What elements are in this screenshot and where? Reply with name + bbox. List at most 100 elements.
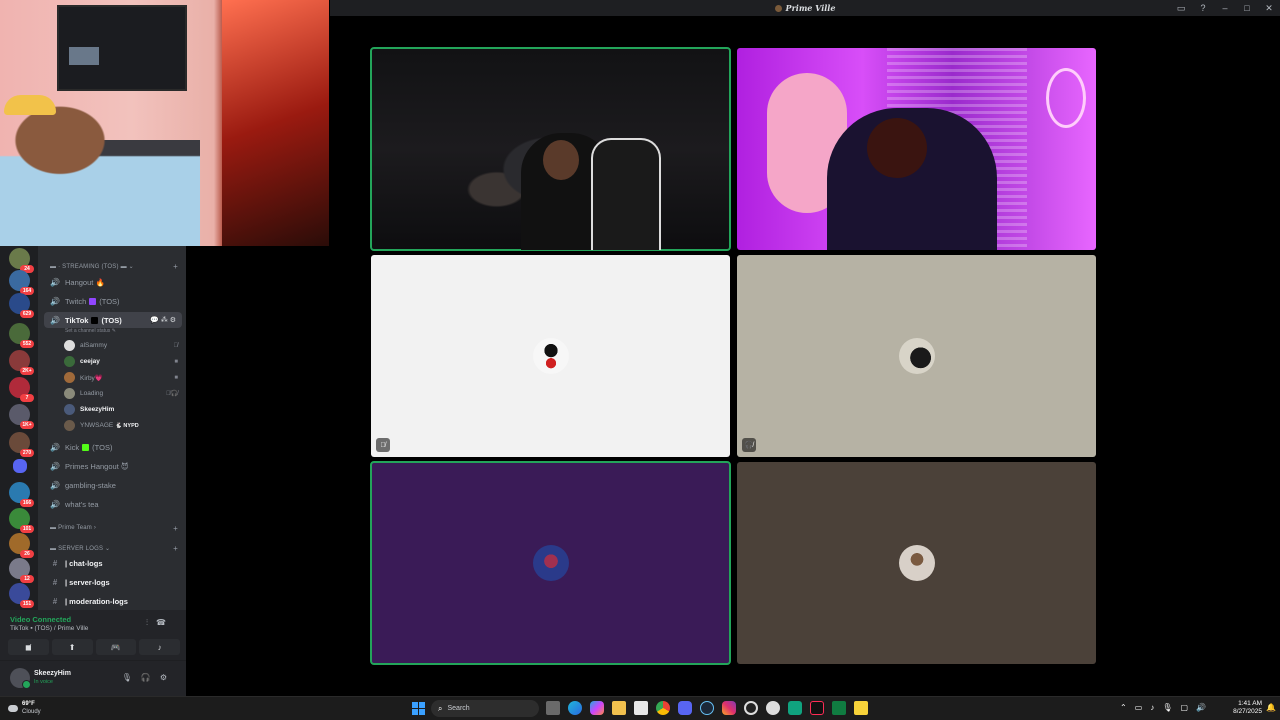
minimize-button[interactable]: – (1214, 3, 1236, 13)
maximize-button[interactable]: □ (1236, 3, 1258, 13)
server-icon[interactable]: 24 (9, 248, 34, 273)
start-button[interactable] (412, 702, 425, 715)
channel-actions[interactable]: 💬⁂⚙ (150, 316, 178, 324)
text-channel-moderation-logs[interactable]: # | moderation-logs (44, 593, 182, 609)
inbox-icon[interactable]: ▭ (1170, 3, 1192, 14)
text-channel-chat-logs[interactable]: # | chat-logs (44, 555, 182, 571)
noise-suppression-icon[interactable]: ⫶ (146, 618, 156, 627)
video-tile-avatar-1[interactable]: 🎙̸ (371, 255, 730, 457)
server-icon[interactable]: 26 (9, 533, 34, 558)
video-tile-avatar-4[interactable] (737, 462, 1096, 664)
video-tile-camera-2[interactable] (737, 48, 1096, 250)
voice-channel-kick[interactable]: 🔊 Kick (TOS) (44, 439, 182, 455)
speaker-icon: 🔊 (50, 277, 60, 287)
unread-badge: 26 (20, 550, 34, 558)
folder-icon[interactable] (13, 459, 27, 473)
discord-icon[interactable] (678, 701, 692, 715)
taskbar-search[interactable]: ⌕ Search (431, 700, 539, 717)
speaker-icon: 🔊 (50, 461, 60, 471)
gear-icon[interactable]: ⚙ (160, 673, 176, 682)
close-button[interactable]: ✕ (1258, 3, 1280, 14)
speaker-icon: 🔊 (50, 480, 60, 490)
disconnect-icon[interactable]: ☎ (156, 618, 174, 627)
chatgpt-icon[interactable] (766, 701, 780, 715)
add-channel-icon[interactable]: + (173, 524, 178, 533)
notification-bell-icon[interactable]: 🔔 (1266, 703, 1276, 712)
streamer-webcam-overlay (0, 0, 329, 246)
server-icon[interactable]: 12 (9, 558, 34, 583)
speaker-icon[interactable]: 🔊 (1196, 703, 1206, 712)
obs-icon[interactable] (744, 701, 758, 715)
speaker-icon: 🔊 (50, 499, 60, 509)
category-prime-team[interactable]: ▬ Prime Team › + (50, 524, 178, 533)
file-explorer-icon[interactable] (612, 701, 626, 715)
server-icon[interactable]: 7 (9, 377, 34, 402)
volume-tray-icon[interactable]: ♪ (1150, 703, 1154, 712)
display-tray-icon[interactable]: ▢ (1180, 703, 1188, 712)
voice-user[interactable]: YNWSAGE 🐇 NYPD (64, 418, 182, 433)
deafened-icon: 🎧̸ (742, 438, 756, 452)
edge-icon[interactable] (568, 701, 582, 715)
server-icon[interactable]: 101 (9, 508, 34, 533)
unread-badge: 270 (20, 449, 34, 457)
voice-channel-tiktok[interactable]: 🔊 TikTok (TOS) 💬⁂⚙ (44, 312, 182, 328)
voice-user[interactable]: Loading 🎙̸🎧̸ (64, 386, 182, 401)
task-view-icon[interactable] (546, 701, 560, 715)
sticky-notes-icon[interactable] (854, 701, 868, 715)
category-streaming[interactable]: ▬ · STREAMING (TOS) ▬ ⌄ + (50, 262, 178, 271)
voice-status[interactable]: Video Connected (10, 615, 71, 624)
voice-channel-primes-hangout[interactable]: 🔊 Primes Hangout 😈 (44, 458, 182, 474)
mic-tray-icon[interactable]: 🎙 (1162, 703, 1172, 712)
server-icon[interactable]: 1K+ (9, 404, 34, 429)
channel-status[interactable]: Set a channel status ✎ (65, 328, 116, 334)
chevron-up-icon[interactable]: ⌃ (1120, 703, 1127, 712)
clock[interactable]: 1:41 AM 8/27/2025 (1233, 700, 1262, 716)
voice-user[interactable]: ceejay ■ (64, 354, 182, 369)
voice-action-buttons: ◼̸ ⬆ 🎮 ♪ (8, 639, 180, 655)
network-tray-icon[interactable]: ▭ (1135, 703, 1143, 712)
server-icon[interactable]: 629 (9, 293, 34, 318)
soundboard-button[interactable]: ♪ (139, 639, 180, 655)
headphones-icon[interactable]: 🎧 (141, 673, 160, 682)
voice-user[interactable]: alSammy 🎙̸ (64, 338, 182, 353)
voice-channel-whats-tea[interactable]: 🔊 what's tea (44, 496, 182, 512)
avatar[interactable] (10, 668, 31, 689)
store-icon[interactable] (634, 701, 648, 715)
chrome-icon[interactable] (656, 701, 670, 715)
mic-icon[interactable]: 🎙 (122, 673, 141, 682)
video-tile-avatar-2[interactable]: 🎧̸ (737, 255, 1096, 457)
activity-button[interactable]: 🎮 (95, 639, 137, 655)
server-icon[interactable]: 552 (9, 323, 34, 348)
category-server-logs[interactable]: ▬ SERVER LOGS ⌄ + (50, 544, 178, 553)
voice-channel-twitch[interactable]: 🔊 Twitch (TOS) (44, 293, 182, 309)
excel-icon[interactable] (832, 701, 846, 715)
weather-widget[interactable]: 69°F Cloudy (8, 700, 41, 716)
text-channel-server-logs[interactable]: # | server-logs (44, 574, 182, 590)
server-icon[interactable]: 270 (9, 432, 34, 457)
steam-icon[interactable] (700, 701, 714, 715)
server-icon[interactable]: 2K+ (9, 350, 34, 375)
add-channel-icon[interactable]: + (173, 262, 178, 271)
camera-toggle-button[interactable]: ◼̸ (8, 639, 49, 655)
tiktok-icon[interactable] (810, 701, 824, 715)
unread-badge: 101 (20, 525, 34, 533)
app-icon[interactable] (788, 701, 802, 715)
copilot-icon[interactable] (590, 701, 604, 715)
voice-user[interactable]: SkeezyHim (64, 402, 182, 417)
voice-user[interactable]: Kirby💗 ■ (64, 370, 182, 385)
voice-channel-hangout[interactable]: 🔊 Hangout 🔥 (44, 274, 182, 290)
video-tile-avatar-3[interactable] (370, 461, 731, 665)
voice-channel-link[interactable]: TikTok ▪ (TOS) / Prime Ville (10, 625, 88, 632)
video-tile-camera-1[interactable] (370, 47, 731, 251)
unread-badge: 7 (20, 394, 34, 402)
server-icon[interactable]: 151 (9, 583, 34, 608)
server-icon[interactable]: 164 (9, 270, 34, 295)
voice-channel-gambling[interactable]: 🔊 gambling-stake (44, 477, 182, 493)
screen-share-button[interactable]: ⬆ (51, 639, 93, 655)
add-channel-icon[interactable]: + (173, 544, 178, 553)
avatar (64, 388, 75, 399)
mic-muted-icon: 🎙̸ (376, 438, 390, 452)
server-icon[interactable]: 166 (9, 482, 34, 507)
instagram-icon[interactable] (722, 701, 736, 715)
help-icon[interactable]: ? (1192, 3, 1214, 13)
